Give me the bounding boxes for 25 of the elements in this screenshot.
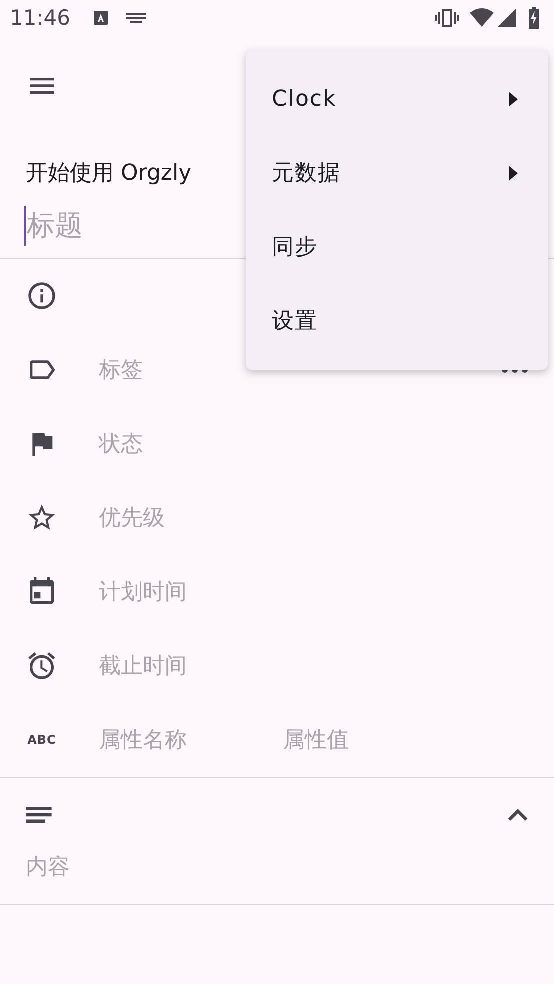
menu-item[interactable]: Clock	[246, 62, 548, 136]
menu-item[interactable]: 元数据	[246, 136, 548, 210]
chevron-up-icon[interactable]	[508, 809, 528, 821]
keyboard-a-icon	[92, 10, 109, 26]
signal-icon	[498, 9, 516, 27]
keyboard-icon	[124, 12, 147, 24]
alarm-clock-icon	[26, 650, 58, 682]
wifi-icon	[470, 8, 494, 28]
field-placeholder[interactable]: 截止时间	[99, 651, 187, 681]
battery-charging-icon	[528, 7, 540, 29]
status-time: 11:46	[10, 6, 71, 30]
abc-icon: ABC	[26, 733, 58, 747]
property-name-field[interactable]: 属性名称	[99, 725, 187, 755]
info-icon	[26, 280, 58, 312]
field-placeholder[interactable]: 计划时间	[99, 577, 187, 607]
vibrate-icon	[434, 7, 460, 29]
notes-icon	[26, 807, 52, 823]
title-field[interactable]: 标题	[24, 206, 83, 246]
menu-item[interactable]: 设置	[246, 284, 548, 358]
field-placeholder[interactable]: 标签	[99, 355, 143, 385]
field-placeholder[interactable]: 状态	[99, 429, 143, 459]
menu-item[interactable]: 同步	[246, 210, 548, 284]
property-value-field[interactable]: 属性值	[283, 725, 349, 755]
content-field[interactable]: 内容	[26, 855, 70, 880]
field-placeholder[interactable]: 优先级	[99, 503, 165, 533]
